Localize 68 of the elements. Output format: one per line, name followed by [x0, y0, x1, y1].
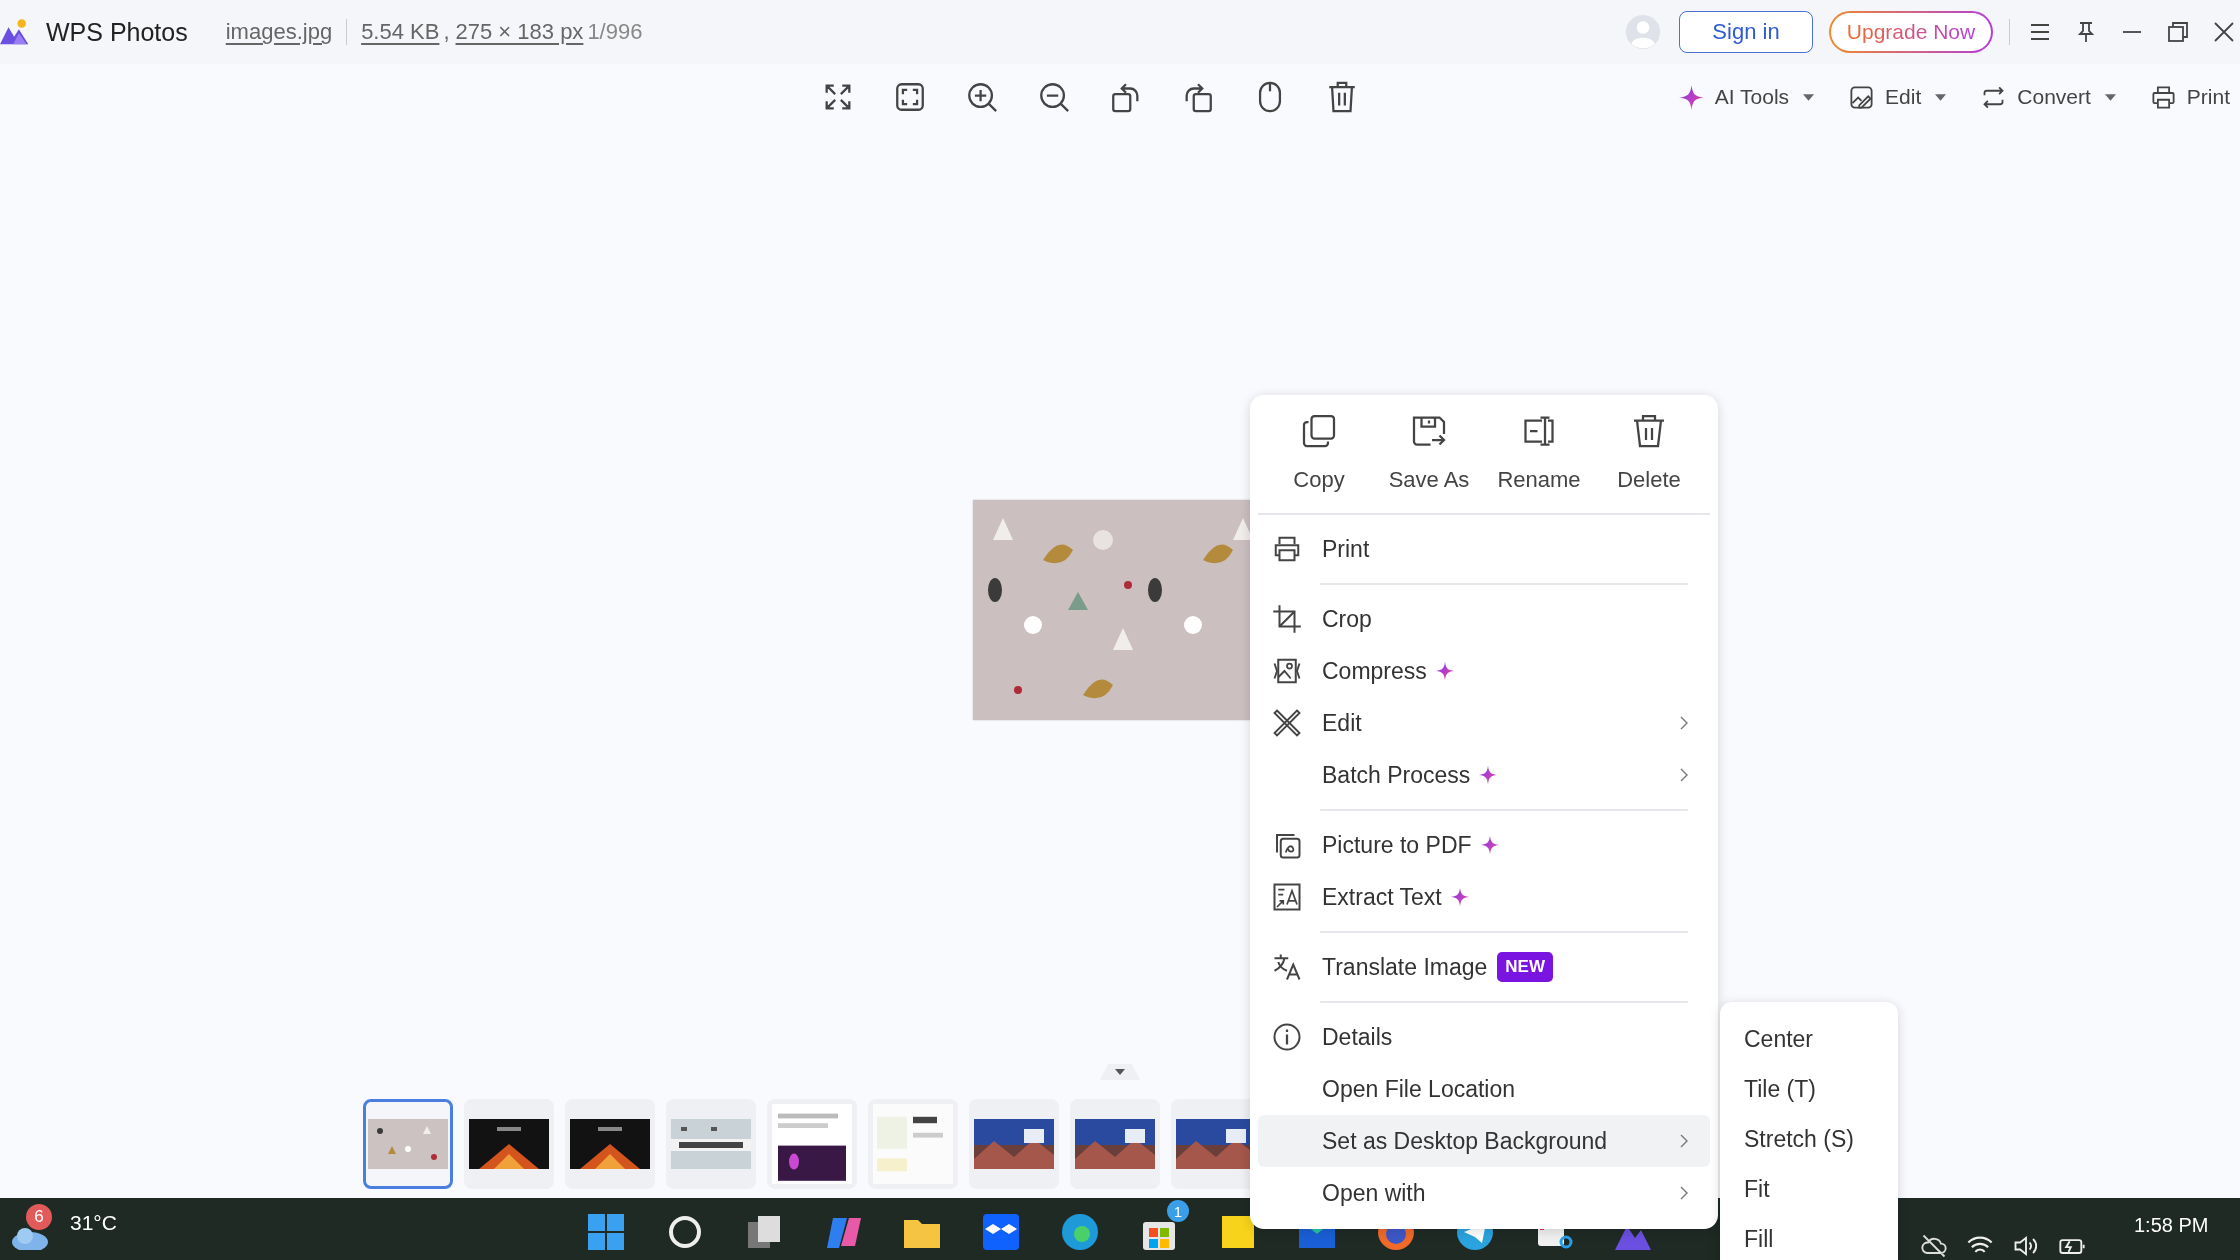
menu-item[interactable]: Extract Text — [1258, 871, 1710, 923]
menu-action-button[interactable]: Rename — [1489, 413, 1589, 493]
app-name: WPS Photos — [46, 17, 188, 47]
menu-item[interactable]: Details — [1258, 1011, 1710, 1063]
restore-icon[interactable] — [2166, 20, 2190, 44]
menu-item[interactable]: Edit — [1258, 697, 1710, 749]
sign-in-button[interactable]: Sign in — [1679, 11, 1813, 53]
menu-item[interactable]: Picture to PDF — [1258, 819, 1710, 871]
close-icon[interactable] — [2212, 20, 2236, 44]
copy-icon — [1301, 413, 1337, 449]
new-badge: NEW — [1497, 952, 1553, 982]
thumbnail[interactable] — [1070, 1099, 1160, 1189]
thumbnail[interactable] — [969, 1099, 1059, 1189]
thumbnail[interactable] — [565, 1099, 655, 1189]
file-size-link[interactable]: 5.54 KB — [361, 19, 440, 45]
menu-item[interactable]: Batch Process — [1258, 749, 1710, 801]
menu-item[interactable]: Compress — [1258, 645, 1710, 697]
menu-action-button[interactable]: Copy — [1269, 413, 1369, 493]
notification-badge: 1 — [1167, 1200, 1189, 1222]
thumbnail[interactable] — [363, 1099, 453, 1189]
menu-item[interactable]: Crop — [1258, 593, 1710, 645]
temperature: 31°C — [70, 1211, 117, 1235]
clock-time[interactable]: 1:58 PM — [2134, 1214, 2209, 1237]
submenu-item[interactable]: Stretch (S) — [1720, 1114, 1898, 1164]
submenu-item[interactable]: Center — [1720, 1014, 1898, 1064]
fit-to-window-icon[interactable] — [893, 80, 927, 114]
notification-badge: 6 — [26, 1204, 52, 1230]
submenu-item[interactable]: Fit — [1720, 1164, 1898, 1214]
submenu-item[interactable]: Fill — [1720, 1214, 1898, 1260]
box-icon[interactable] — [981, 1212, 1021, 1252]
extract-text-icon — [1272, 882, 1302, 912]
save-as-icon — [1411, 413, 1447, 449]
zoom-out-icon[interactable] — [1037, 80, 1071, 114]
compress-image-icon — [1272, 656, 1302, 686]
menu-item[interactable]: Translate Image NEW — [1258, 941, 1710, 993]
menu-item[interactable]: Print — [1258, 523, 1710, 575]
sparkle-icon — [1677, 83, 1705, 111]
edit-image-icon — [1848, 83, 1876, 111]
upgrade-now-button[interactable]: Upgrade Now — [1829, 11, 1993, 53]
toolbar-tool-button[interactable]: AI Tools — [1677, 83, 1815, 111]
file-name-link[interactable]: images.jpg — [225, 19, 333, 45]
menu-action-button[interactable]: Delete — [1599, 413, 1699, 493]
separator-text: , — [443, 19, 450, 45]
crop-icon — [1272, 604, 1302, 634]
windows-start-icon[interactable] — [586, 1212, 626, 1252]
menu-item[interactable]: Set as Desktop Background — [1258, 1115, 1710, 1167]
cloud-off-icon[interactable] — [1920, 1232, 1948, 1260]
tools-icon — [1272, 708, 1302, 738]
menu-action-button[interactable]: Save As — [1379, 413, 1479, 493]
dimensions-link[interactable]: 275 × 183 px — [455, 19, 584, 45]
thumbnail[interactable] — [464, 1099, 554, 1189]
printer-icon — [2149, 83, 2177, 111]
menu-item[interactable]: Open with — [1258, 1167, 1710, 1219]
submenu-item[interactable]: Tile (T) — [1720, 1064, 1898, 1114]
rename-icon — [1521, 413, 1557, 449]
image-position: 1/996 — [587, 19, 643, 45]
thumbnail[interactable] — [666, 1099, 756, 1189]
printer-icon — [1272, 534, 1302, 564]
toolbar-tool-button[interactable]: Print — [2149, 83, 2230, 111]
toolbar-tool-button[interactable]: Convert — [1980, 83, 2116, 111]
collapse-tab-icon[interactable] — [1100, 1064, 1140, 1080]
browser-icon[interactable] — [1060, 1212, 1100, 1252]
menu-item[interactable]: Open File Location — [1258, 1063, 1710, 1115]
toolbar-tool-button[interactable]: Edit — [1848, 83, 1947, 111]
translate-icon — [1272, 952, 1302, 982]
zoom-in-icon[interactable] — [965, 80, 999, 114]
trash-icon — [1631, 413, 1667, 449]
info-icon — [1272, 1022, 1302, 1052]
